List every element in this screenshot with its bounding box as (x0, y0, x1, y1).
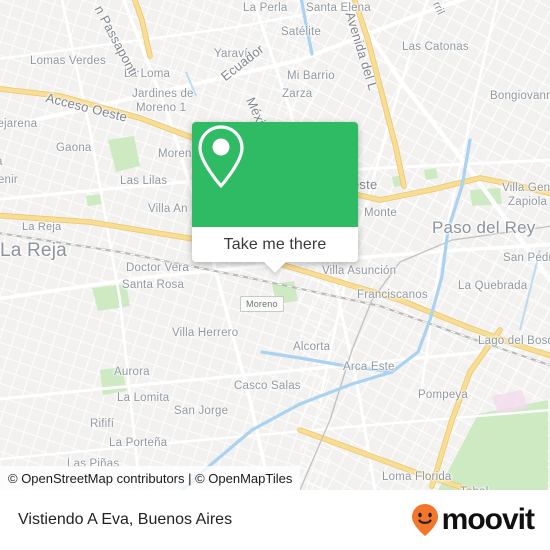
popup-pointer-tail (264, 262, 286, 273)
map-canvas[interactable]: Lomas Verdes La Loma Jardines de Moreno 1 Ya… (0, 0, 550, 490)
moovit-wordmark: moovit (441, 503, 535, 536)
location-popup-card[interactable]: Take me there (192, 122, 358, 273)
map-pin-icon (198, 125, 244, 188)
take-me-there-label: Take me there (223, 235, 327, 253)
location-title: Vistiendo A Eva, Buenos Aires (18, 511, 233, 528)
map-screenshot: Lomas Verdes La Loma Jardines de Moreno 1 Ya… (0, 0, 550, 550)
map-attribution-bar: © OpenStreetMap contributors | © OpenMap… (0, 466, 301, 490)
take-me-there-button[interactable]: Take me there (192, 227, 358, 262)
attribution-text[interactable]: © OpenStreetMap contributors | © OpenMap… (8, 471, 292, 486)
footer-bar: Vistiendo A Eva, Buenos Aires moovit (0, 490, 550, 550)
moovit-logo[interactable]: moovit (410, 503, 535, 537)
moovit-smiley-pin-icon (411, 504, 438, 536)
popup-header (192, 122, 358, 227)
